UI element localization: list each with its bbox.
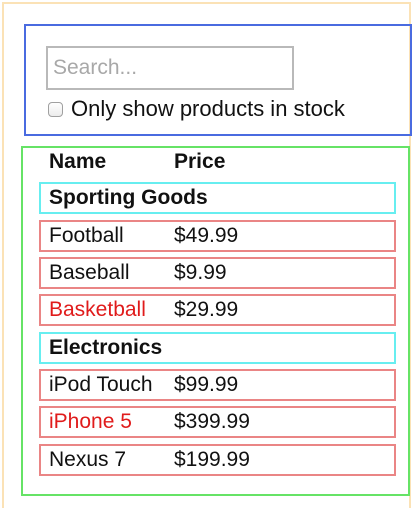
- product-price: $199.99: [174, 448, 250, 471]
- in-stock-checkbox[interactable]: [48, 101, 63, 117]
- category-row: Sporting Goods: [39, 182, 396, 214]
- product-name: Football: [49, 224, 124, 247]
- product-row: Baseball $9.99: [39, 257, 396, 289]
- product-name-out-of-stock: Basketball: [49, 298, 146, 321]
- product-row: iPod Touch $99.99: [39, 369, 396, 401]
- product-row: Nexus 7 $199.99: [39, 444, 396, 476]
- product-row: iPhone 5 $399.99: [39, 406, 396, 438]
- product-price: $49.99: [174, 224, 239, 247]
- column-header-name: Name: [49, 150, 107, 173]
- category-name: Electronics: [49, 336, 163, 359]
- category-name: Sporting Goods: [49, 186, 208, 209]
- product-price: $99.99: [174, 373, 239, 396]
- in-stock-filter[interactable]: Only show products in stock: [48, 94, 345, 124]
- product-row: Football $49.99: [39, 220, 396, 252]
- search-input[interactable]: [46, 46, 294, 90]
- product-name-out-of-stock: iPhone 5: [49, 410, 132, 433]
- product-price: $9.99: [174, 261, 227, 284]
- product-price: $29.99: [174, 298, 239, 321]
- category-row: Electronics: [39, 332, 396, 364]
- product-name: Nexus 7: [49, 448, 127, 471]
- product-name: Baseball: [49, 261, 130, 284]
- product-price: $399.99: [174, 410, 250, 433]
- in-stock-label: Only show products in stock: [71, 96, 345, 121]
- column-header-price: Price: [174, 150, 226, 173]
- product-row: Basketball $29.99: [39, 294, 396, 326]
- product-name: iPod Touch: [49, 373, 153, 396]
